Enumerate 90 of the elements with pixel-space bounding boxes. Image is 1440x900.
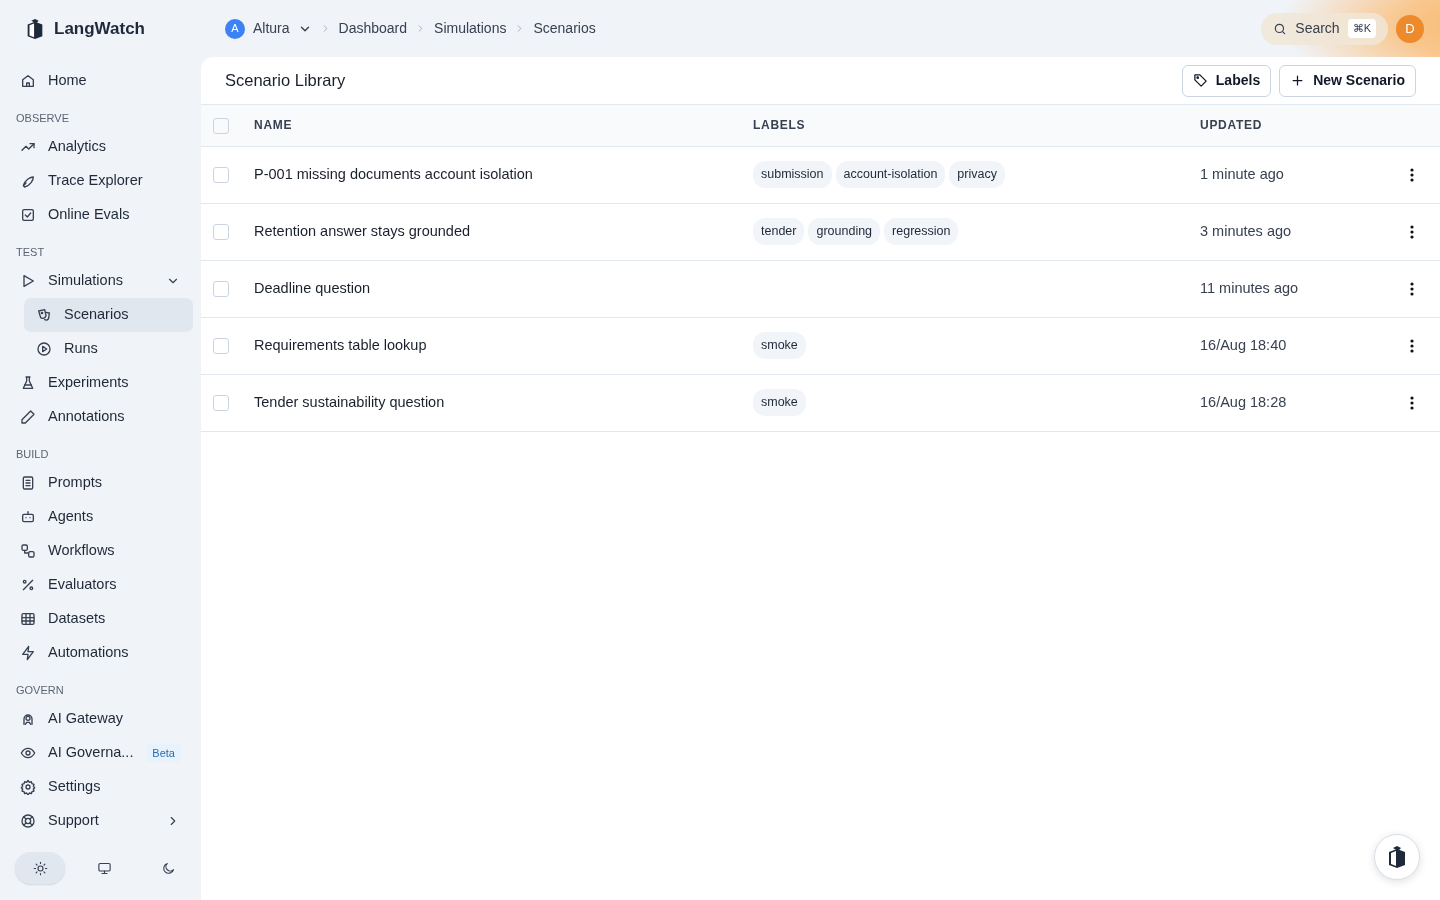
shortcut-key: ⌘K — [1347, 19, 1376, 38]
nav-item[interactable]: Evaluators — [8, 568, 193, 602]
row-checkbox[interactable] — [213, 166, 229, 183]
label-tag: regression — [884, 218, 959, 245]
row-checkbox[interactable] — [213, 337, 229, 354]
nav-item[interactable]: Simulations — [8, 264, 193, 298]
label-tag: submission — [753, 161, 832, 188]
nav-item[interactable]: Workflows — [8, 534, 193, 568]
scenario-name[interactable]: Tender sustainability question — [254, 393, 445, 410]
nav-item[interactable]: Runs — [24, 332, 193, 366]
more-icon[interactable] — [1410, 338, 1414, 353]
home-icon — [20, 73, 36, 89]
masks-icon — [36, 307, 52, 323]
breadcrumb-link[interactable]: Dashboard — [338, 18, 408, 39]
section-heading: TEST — [15, 244, 46, 260]
breadcrumb-link[interactable]: Simulations — [434, 18, 507, 39]
updated-time: 1 minute ago — [1200, 165, 1284, 182]
more-icon[interactable] — [1410, 224, 1414, 239]
label-tag: privacy — [949, 161, 1005, 188]
nav-item[interactable]: Agents — [8, 500, 193, 534]
nav-item[interactable]: Annotations — [8, 400, 193, 434]
table-icon — [20, 611, 36, 627]
search-icon — [1273, 21, 1288, 36]
moon-icon — [160, 860, 176, 876]
robot-icon — [20, 509, 36, 525]
nav-item[interactable]: Support — [8, 804, 193, 838]
label-tag: tender — [753, 218, 805, 245]
project-switcher[interactable]: A Altura — [225, 18, 312, 39]
updated-time: 16/Aug 18:28 — [1200, 393, 1287, 410]
beta-badge: Beta — [146, 743, 181, 763]
eye-icon — [20, 745, 36, 761]
more-icon[interactable] — [1410, 281, 1414, 296]
label-tag: smoke — [753, 389, 806, 416]
nav-item[interactable]: Scenarios — [24, 298, 193, 332]
flask-icon — [20, 375, 36, 391]
nav-item[interactable]: Datasets — [8, 602, 193, 636]
column-header: UPDATED — [1200, 118, 1263, 133]
lifebuoy-icon — [20, 813, 36, 829]
select-all-checkbox[interactable] — [213, 118, 229, 135]
label-tag: account-isolation — [835, 161, 946, 188]
section-heading: OBSERVE — [15, 110, 70, 126]
monitor-icon — [96, 860, 112, 876]
brand-name: LangWatch — [54, 18, 145, 41]
scenario-name[interactable]: Deadline question — [254, 279, 371, 296]
column-header: LABELS — [753, 118, 806, 133]
row-checkbox[interactable] — [213, 223, 229, 240]
nav-item[interactable]: Automations — [8, 636, 193, 670]
workflow-icon — [20, 543, 36, 559]
updated-time: 11 minutes ago — [1200, 279, 1299, 296]
document-icon — [20, 475, 36, 491]
checkbox-icon — [20, 207, 36, 223]
page-title: Scenario Library — [225, 70, 346, 91]
breadcrumb-link[interactable]: Scenarios — [533, 18, 596, 39]
nav-item[interactable]: Online Evals — [8, 198, 193, 232]
bolt-icon — [20, 645, 36, 661]
label-tag: grounding — [808, 218, 881, 245]
nav-item[interactable]: AI Gateway — [8, 702, 193, 736]
scenario-name[interactable]: Retention answer stays grounded — [254, 222, 471, 239]
pencil-icon — [20, 409, 36, 425]
nav-item[interactable]: Prompts — [8, 466, 193, 500]
sun-icon — [32, 860, 48, 876]
nav-item[interactable]: Settings — [8, 770, 193, 804]
play-circle-icon — [36, 341, 52, 357]
plus-icon — [1290, 73, 1306, 88]
search-button[interactable]: Search ⌘K — [1261, 12, 1388, 45]
column-header: NAME — [254, 118, 293, 133]
gear-icon — [20, 779, 36, 795]
more-icon[interactable] — [1410, 395, 1414, 410]
section-heading: GOVERN — [15, 682, 65, 698]
play-icon — [20, 273, 36, 289]
nav-item[interactable]: AI Governa... Beta — [8, 736, 193, 770]
new-scenario-button[interactable]: New Scenario — [1279, 64, 1416, 97]
scenario-name[interactable]: Requirements table lookup — [254, 336, 427, 353]
nav-item[interactable]: Home — [8, 64, 193, 98]
nav-item[interactable]: Trace Explorer — [8, 164, 193, 198]
nav-item[interactable]: Analytics — [8, 130, 193, 164]
row-checkbox[interactable] — [213, 394, 229, 411]
updated-time: 3 minutes ago — [1200, 222, 1292, 239]
scenario-name[interactable]: P-001 missing documents account isolation — [254, 165, 533, 182]
nav-item[interactable]: Experiments — [8, 366, 193, 400]
tag-icon — [1192, 73, 1208, 88]
theme-button[interactable] — [15, 852, 65, 884]
updated-time: 16/Aug 18:40 — [1200, 336, 1287, 353]
more-icon[interactable] — [1410, 167, 1414, 182]
labels-button[interactable]: Labels — [1181, 64, 1272, 97]
label-tag: smoke — [753, 332, 806, 359]
section-heading: BUILD — [15, 446, 50, 462]
project-avatar: A — [225, 18, 245, 39]
row-checkbox[interactable] — [213, 280, 229, 297]
percent-icon — [20, 577, 36, 593]
